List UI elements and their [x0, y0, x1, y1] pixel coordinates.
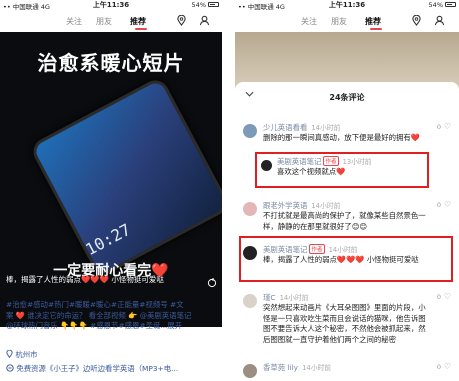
- comment-item: 瑾C 14小时前 突然想起来动画片《大耳朵图图》里面的片段，小怪是一只喜欢吃生菜而…: [235, 292, 459, 356]
- tab-friends-right[interactable]: 朋友: [331, 16, 347, 27]
- comment-time: 14小时前: [279, 294, 309, 302]
- status-bar-right: •• 中国联通 4G 上午11:36 54%: [235, 0, 459, 11]
- battery-icon: [208, 2, 219, 7]
- comment-body: 不打扰就是最高尚的保护了，就像某些自然景色一样，静静的在那里就很好了😊😊: [263, 211, 426, 231]
- tab-follow[interactable]: 关注: [66, 16, 82, 27]
- like-count: 0: [436, 123, 441, 131]
- location-label: 杭州市: [15, 350, 38, 359]
- author-badge: 作者: [309, 244, 325, 254]
- heart-icon[interactable]: ♡: [444, 122, 451, 131]
- comment-body: 删除的那一瞬间真感动，放下便是最好的拥有❤️: [263, 133, 421, 142]
- location-pin-icon: [6, 349, 13, 359]
- comment-author[interactable]: 跟老外学英语: [263, 201, 307, 210]
- comment-item: 少儿英语看看 14小时前 删除的那一瞬间真感动，放下便是最好的拥有❤️ 0 ♡: [235, 122, 459, 154]
- clock-label-right: 上午11:36: [328, 1, 366, 9]
- battery-label-right: 54%: [428, 1, 443, 9]
- left-phone-screen: •• 中国联通 4G 上午11:36 54% 关注 朋友 推荐 治愈系暖心短片 …: [0, 0, 222, 381]
- avatar[interactable]: [243, 364, 257, 378]
- note-line-2[interactable]: 案 ❤️ 谁决定它的命运？ 看全部视频 👉 @美剧英语笔记: [6, 311, 216, 322]
- reply-time: 14小时前: [328, 246, 358, 254]
- tab-recommend[interactable]: 推荐: [130, 16, 146, 27]
- comment-item: 香草苑 lily 14小时前 0 ♡: [235, 362, 459, 380]
- comment-author[interactable]: 瑾C: [263, 293, 276, 302]
- author-badge: 作者: [323, 156, 339, 166]
- comment-author[interactable]: 香草苑 lily: [263, 363, 298, 372]
- clock-label: 上午11:36: [92, 1, 130, 9]
- tab-friends[interactable]: 朋友: [96, 16, 112, 27]
- like-count: 0: [436, 201, 441, 209]
- right-phone-screen: •• 中国联通 4G 上午11:36 54% 关注 朋友 推荐 24条评论 少儿…: [235, 0, 459, 381]
- tab-recommend-right[interactable]: 推荐: [365, 16, 381, 27]
- comment-body: 突然想起来动画片《大耳朵图图》里面的片段，小怪是一只喜欢吃生菜而且会说话的猫咪，…: [263, 303, 426, 344]
- reply-author[interactable]: 美剧英语笔记: [263, 245, 307, 254]
- comment-time: 14小时前: [302, 364, 332, 372]
- top-nav: 关注 朋友 推荐: [0, 10, 222, 32]
- location-tag[interactable]: 杭州市: [6, 349, 38, 360]
- reply-body: 棒，揭露了人性的弱点❤️❤️❤️ 小怪物挺可爱哒: [263, 255, 419, 264]
- avatar[interactable]: [243, 202, 257, 216]
- heart-icon[interactable]: ♡: [444, 200, 451, 209]
- location-icon-right[interactable]: [411, 15, 422, 26]
- reply-item: 美剧英语笔记 作者 13小时前 喜欢这个视频就点❤️: [257, 156, 453, 184]
- avatar[interactable]: [243, 124, 257, 138]
- comment-sheet: 24条评论 少儿英语看看 14小时前 删除的那一瞬间真感动，放下便是最好的拥有❤️…: [235, 82, 459, 381]
- active-tab-indicator-right: [370, 28, 382, 30]
- like-count: 0: [436, 293, 441, 301]
- video-caption: 棒，揭露了人性的弱点❤️❤️❤️ 小怪物挺可爱哒: [6, 275, 164, 284]
- rotate-icon[interactable]: [207, 278, 217, 288]
- battery-label: 54%: [191, 1, 206, 9]
- location-icon[interactable]: [176, 15, 187, 26]
- profile-icon-right[interactable]: [434, 15, 445, 26]
- comment-time: 14小时前: [311, 202, 341, 210]
- reply-author[interactable]: 美剧英语笔记: [277, 157, 321, 166]
- comment-count-title: 24条评论: [329, 93, 365, 102]
- heart-icon[interactable]: ♡: [444, 362, 451, 371]
- comment-time: 14小时前: [311, 124, 341, 132]
- resource-link[interactable]: 免费资源《小王子》边听边看学英语（MP3+电...: [6, 363, 178, 374]
- note-line-1[interactable]: #治愈#感动#热门#暖暖#暖心#正能量#视频号 #文: [6, 300, 216, 311]
- battery-icon-right: [445, 2, 456, 7]
- tab-follow-right[interactable]: 关注: [301, 16, 317, 27]
- video-player[interactable]: 治愈系暖心短片 10:27: [0, 32, 222, 287]
- top-nav-right: 关注 朋友 推荐: [235, 10, 459, 32]
- video-title: 治愈系暖心短片: [37, 51, 185, 75]
- link-icon: [6, 364, 14, 372]
- profile-icon[interactable]: [199, 15, 210, 26]
- reply-time: 13小时前: [342, 158, 372, 166]
- note-description: #治愈#感动#热门#暖暖#暖心#正能量#视频号 #文 案 ❤️ 谁决定它的命运？…: [0, 300, 222, 332]
- reply-item: 美剧英语笔记 作者 14小时前 棒，揭露了人性的弱点❤️❤️❤️ 小怪物挺可爱哒: [235, 244, 459, 276]
- screenshot-stage: •• 中国联通 4G 上午11:36 54% 关注 朋友 推荐 治愈系暖心短片 …: [0, 0, 459, 381]
- phone-photo: [28, 75, 222, 279]
- reply-body: 喜欢这个视频就点❤️: [277, 167, 346, 176]
- resource-link-label: 免费资源《小王子》边听边看学英语（MP3+电...: [16, 364, 179, 373]
- note-line-3[interactable]: @环球热门音乐 👇👇👇 #感恩节#感恩#圣诞...展开: [6, 321, 216, 332]
- status-bar: •• 中国联通 4G 上午11:36 54%: [0, 0, 222, 11]
- like-count: 0: [436, 363, 441, 371]
- comment-author[interactable]: 少儿英语看看: [263, 123, 307, 132]
- active-tab-indicator: [135, 28, 147, 30]
- avatar[interactable]: [261, 160, 272, 171]
- avatar[interactable]: [243, 294, 257, 308]
- avatar[interactable]: [243, 246, 257, 260]
- heart-icon[interactable]: ♡: [444, 292, 451, 301]
